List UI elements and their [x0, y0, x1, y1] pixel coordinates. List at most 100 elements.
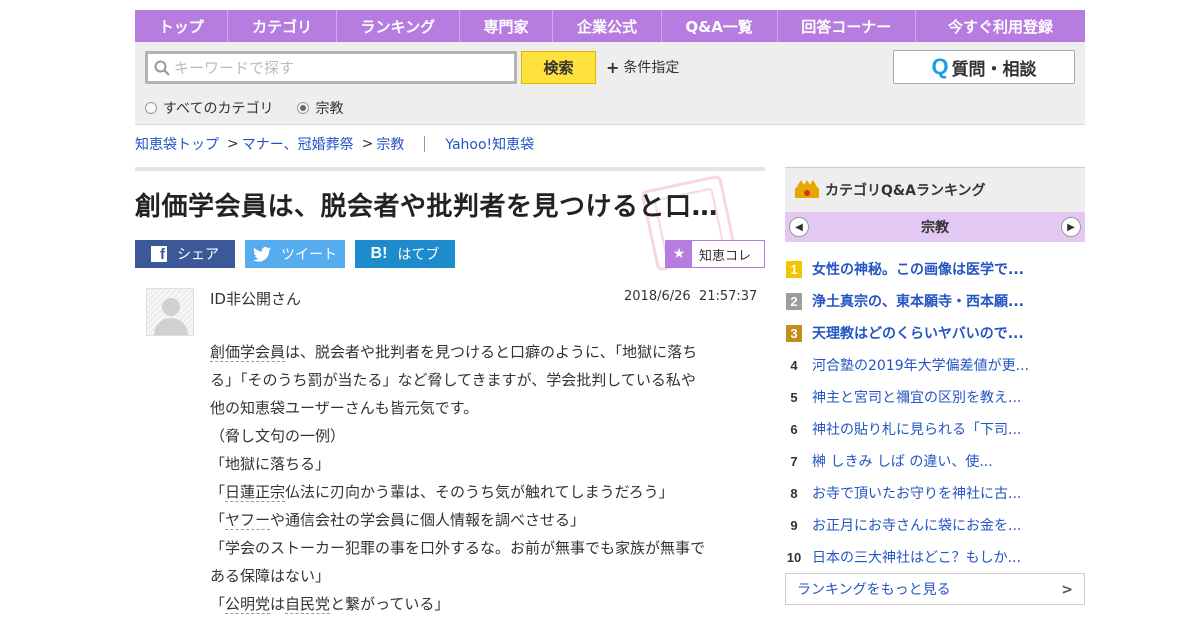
ranking-item[interactable]: 3 天理教はどのくらいヤバいので... — [785, 317, 1085, 349]
ranking-item[interactable]: 5 神主と宮司と禰宜の区別を教え... — [785, 381, 1085, 413]
condition-label: 条件指定 — [623, 60, 680, 76]
breadcrumb-manners[interactable]: マナー、冠婚葬祭 — [242, 134, 354, 154]
breadcrumb-separator: > — [227, 136, 239, 152]
ask-question-button[interactable]: Q 質問・相談 — [893, 50, 1075, 84]
body-line: 「地獄に落ちる」 — [210, 455, 331, 473]
twitter-share-label: ツイート — [281, 247, 337, 263]
ranking-link[interactable]: 神社の貼り札に見られる「下司... — [812, 419, 1021, 439]
rank-number: 6 — [790, 421, 798, 437]
facebook-share-label: シェア — [177, 247, 219, 263]
rank-number: 2 — [786, 292, 802, 310]
next-category-arrow-icon[interactable]: ▶ — [1061, 217, 1081, 237]
ranking-item[interactable]: 2 浄土真宗の、東本願寺・西本願... — [785, 285, 1085, 317]
avatar — [146, 288, 194, 336]
more-ranking-link[interactable]: ランキングをもっと見る > — [785, 573, 1085, 605]
ranking-link[interactable]: 女性の神秘。この画像は医学で... — [812, 259, 1024, 279]
chie-collection-label: 知恵コレ — [699, 248, 752, 264]
ranking-link[interactable]: 浄土真宗の、東本願寺・西本願... — [812, 291, 1024, 311]
body-text: は、脱会者や批判者を見つけると口癖のように、「地獄に落ち — [285, 343, 698, 361]
nav-top[interactable]: トップ — [135, 10, 229, 42]
ranking-link[interactable]: 榊 しきみ しば の違い、使... — [812, 451, 993, 471]
body-line: 「公明党は自民党と繋がっている」 — [210, 590, 760, 618]
ranking-item[interactable]: 10 日本の三大神社はどこ？もしか... — [785, 541, 1085, 573]
body-line: 「日蓮正宗仏法に刃向かう輩は、そのうち気が触れてしまうだろう」 — [210, 478, 760, 506]
breadcrumb-divider — [424, 136, 426, 152]
ranking-title: カテゴリQ&Aランキング — [825, 183, 986, 199]
breadcrumb-service-link[interactable]: Yahoo!知恵袋 — [445, 134, 534, 154]
nav-category[interactable]: カテゴリ — [228, 10, 337, 42]
questioner-name: ID非公開さん — [210, 290, 301, 308]
body-text: と繋がっている」 — [330, 595, 450, 613]
nav-official[interactable]: 企業公式 — [553, 10, 662, 42]
post-date: 2018/6/26 — [624, 289, 691, 304]
scope-all-label: すべてのカテゴリ — [163, 101, 274, 117]
post-datetime: 2018/6/26 21:57:37 — [624, 289, 757, 304]
scope-religion-radio[interactable]: 宗教 — [297, 98, 343, 118]
search-scope: すべてのカテゴリ 宗教 — [145, 98, 367, 118]
body-text: は — [270, 595, 286, 613]
prev-category-arrow-icon[interactable]: ◀ — [789, 217, 809, 237]
ranking-link[interactable]: お正月にお寺さんに袋にお金を... — [812, 515, 1021, 535]
ranking-link[interactable]: 日本の三大神社はどこ？もしか... — [812, 547, 1021, 567]
chie-collection-button[interactable]: ★ 知恵コレ — [665, 240, 765, 268]
quote-mark: 「 — [210, 483, 226, 501]
post-time: 21:57:37 — [698, 289, 758, 304]
rank-number: 7 — [790, 453, 798, 469]
ranking-item[interactable]: 7 榊 しきみ しば の違い、使... — [785, 445, 1085, 477]
search-area: 検索 + 条件指定 Q 質問・相談 すべてのカテゴリ 宗教 — [135, 42, 1085, 125]
keyword-link[interactable]: 自民党 — [285, 595, 331, 614]
nav-answer-corner[interactable]: 回答コーナー — [778, 10, 916, 42]
search-input[interactable] — [174, 58, 504, 77]
search-button[interactable]: 検索 — [521, 51, 596, 84]
ranking-link[interactable]: お寺で頂いたお守りを神社に古... — [812, 483, 1021, 503]
rank-number: 1 — [786, 260, 802, 278]
body-line: 「ヤフーや通信会社の学会員に個人情報を調べさせる」 — [210, 506, 760, 534]
ranking-item[interactable]: 1 女性の神秘。この画像は医学で... — [785, 253, 1085, 285]
ranking-item[interactable]: 4 河合塾の2019年大学偏差値が更... — [785, 349, 1085, 381]
body-text: 仏法に刃向かう輩は、そのうち気が触れてしまうだろう」 — [285, 483, 674, 501]
body-text: や通信会社の学会員に個人情報を調べさせる」 — [270, 511, 586, 529]
nav-qa-list[interactable]: Q&A一覧 — [662, 10, 778, 42]
rank-number: 8 — [790, 485, 798, 501]
rank-number: 5 — [790, 389, 798, 405]
global-nav: トップ カテゴリ ランキング 専門家 企業公式 Q&A一覧 回答コーナー 今すぐ… — [135, 10, 1085, 42]
ranking-item[interactable]: 6 神社の貼り札に見られる「下司... — [785, 413, 1085, 445]
ranking-category-bar: ◀ 宗教 ▶ — [785, 212, 1085, 242]
nav-experts[interactable]: 専門家 — [460, 10, 554, 42]
star-icon: ★ — [666, 241, 692, 267]
body-line: ある保障はない」 — [210, 567, 331, 585]
ranking-link[interactable]: 神主と宮司と禰宜の区別を教え... — [812, 387, 1021, 407]
question-body: 創価学会員は、脱会者や批判者を見つけると口癖のように、「地獄に落ち る」「そのう… — [210, 338, 760, 618]
hatena-share-label: はてブ — [397, 247, 440, 263]
ranking-item[interactable]: 8 お寺で頂いたお守りを神社に古... — [785, 477, 1085, 509]
radio-on-icon — [297, 102, 310, 114]
search-icon — [154, 60, 170, 76]
nav-register[interactable]: 今すぐ利用登録 — [916, 10, 1085, 42]
scope-all-radio[interactable]: すべてのカテゴリ — [145, 98, 273, 118]
keyword-link[interactable]: 日蓮正宗 — [225, 483, 286, 502]
search-box — [145, 51, 517, 84]
crown-icon — [795, 180, 819, 200]
chevron-right-icon: > — [1061, 582, 1073, 598]
question-title: 創価学会員は、脱会者や批判者を見つけると口… — [135, 192, 719, 222]
hatena-icon: B! — [370, 245, 388, 262]
facebook-share-button[interactable]: f シェア — [135, 240, 235, 268]
hatena-bookmark-button[interactable]: B! はてブ — [355, 240, 455, 268]
keyword-link[interactable]: 公明党 — [225, 595, 271, 614]
breadcrumb-top[interactable]: 知恵袋トップ — [135, 134, 219, 154]
keyword-link[interactable]: ヤフー — [225, 511, 271, 530]
condition-toggle[interactable]: + 条件指定 — [606, 57, 679, 77]
keyword-link[interactable]: 創価学会員 — [210, 343, 286, 362]
twitter-share-button[interactable]: ツイート — [245, 240, 345, 268]
breadcrumb: 知恵袋トップ > マナー、冠婚葬祭 > 宗教 Yahoo!知恵袋 — [135, 134, 534, 154]
scope-religion-label: 宗教 — [315, 101, 344, 117]
body-line: 創価学会員は、脱会者や批判者を見つけると口癖のように、「地獄に落ち — [210, 338, 760, 366]
nav-ranking[interactable]: ランキング — [337, 10, 460, 42]
ranking-item[interactable]: 9 お正月にお寺さんに袋にお金を... — [785, 509, 1085, 541]
breadcrumb-religion[interactable]: 宗教 — [376, 134, 404, 154]
content-divider — [135, 167, 765, 171]
ranking-link[interactable]: 河合塾の2019年大学偏差値が更... — [812, 355, 1029, 375]
quote-mark: 「 — [210, 511, 226, 529]
rank-number: 3 — [786, 324, 802, 342]
ranking-link[interactable]: 天理教はどのくらいヤバいので... — [812, 323, 1024, 343]
